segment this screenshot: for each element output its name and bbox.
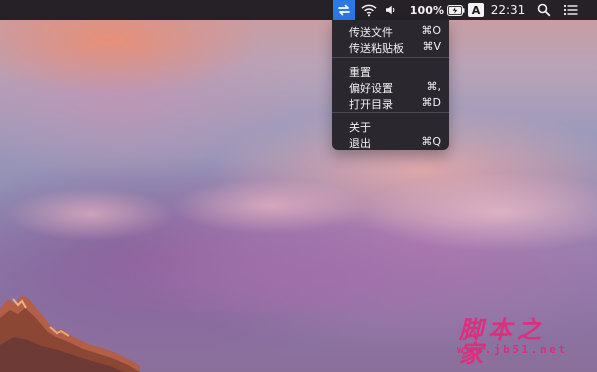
menu-item-shortcut: ⌘O <box>421 24 441 37</box>
battery-status[interactable] <box>447 0 465 20</box>
transfer-dropdown-menu: 传送文件 ⌘O 传送粘贴板 ⌘V 重置 偏好设置 ⌘, 打开目录 ⌘D 关于 退… <box>332 20 449 150</box>
search-icon <box>537 3 551 17</box>
clock[interactable]: 22:31 <box>490 0 526 20</box>
battery-percentage: 100% <box>409 3 445 17</box>
menu-separator <box>332 57 449 58</box>
input-source-indicator[interactable]: A <box>468 3 484 17</box>
volume-icon <box>386 5 395 15</box>
menu-item-send-file[interactable]: 传送文件 ⌘O <box>332 23 449 39</box>
wifi-status[interactable] <box>359 0 379 20</box>
menu-item-reset[interactable]: 重置 <box>332 63 449 79</box>
site-watermark: 脚本之家 www.jb51.net <box>451 315 577 368</box>
menu-item-label: 关于 <box>349 121 371 134</box>
menu-item-label: 传送文件 <box>349 26 393 39</box>
menu-item-shortcut: ⌘D <box>421 96 441 109</box>
list-icon <box>563 4 578 16</box>
transfer-menu-extra[interactable] <box>333 0 355 20</box>
wifi-icon <box>361 4 377 17</box>
wallpaper-mountain <box>0 295 140 372</box>
menu-item-shortcut: ⌘V <box>422 40 441 53</box>
menu-item-open-directory[interactable]: 打开目录 ⌘D <box>332 95 449 111</box>
menu-item-send-clipboard[interactable]: 传送粘贴板 ⌘V <box>332 39 449 55</box>
menu-item-label: 偏好设置 <box>349 82 393 95</box>
battery-charging-icon <box>447 4 465 16</box>
notification-center-button[interactable] <box>562 0 580 20</box>
transfer-icon <box>338 4 350 16</box>
menu-item-label: 传送粘贴板 <box>349 42 404 55</box>
menu-item-label: 重置 <box>349 66 371 79</box>
menu-item-about[interactable]: 关于 <box>332 118 449 134</box>
menu-separator <box>332 112 449 113</box>
watermark-url: www.jb51.net <box>457 343 568 356</box>
menu-item-shortcut: ⌘, <box>426 80 442 93</box>
menu-item-preferences[interactable]: 偏好设置 ⌘, <box>332 79 449 95</box>
menu-item-shortcut: ⌘Q <box>421 135 441 148</box>
menu-item-label: 打开目录 <box>349 98 393 111</box>
watermark-title: 脚本之家 <box>459 315 546 368</box>
volume-control[interactable] <box>384 0 398 20</box>
menu-item-label: 退出 <box>349 137 371 150</box>
menu-bar: 100% A 22:31 <box>0 0 597 20</box>
menu-item-quit[interactable]: 退出 ⌘Q <box>332 134 449 150</box>
spotlight-search-button[interactable] <box>536 0 552 20</box>
